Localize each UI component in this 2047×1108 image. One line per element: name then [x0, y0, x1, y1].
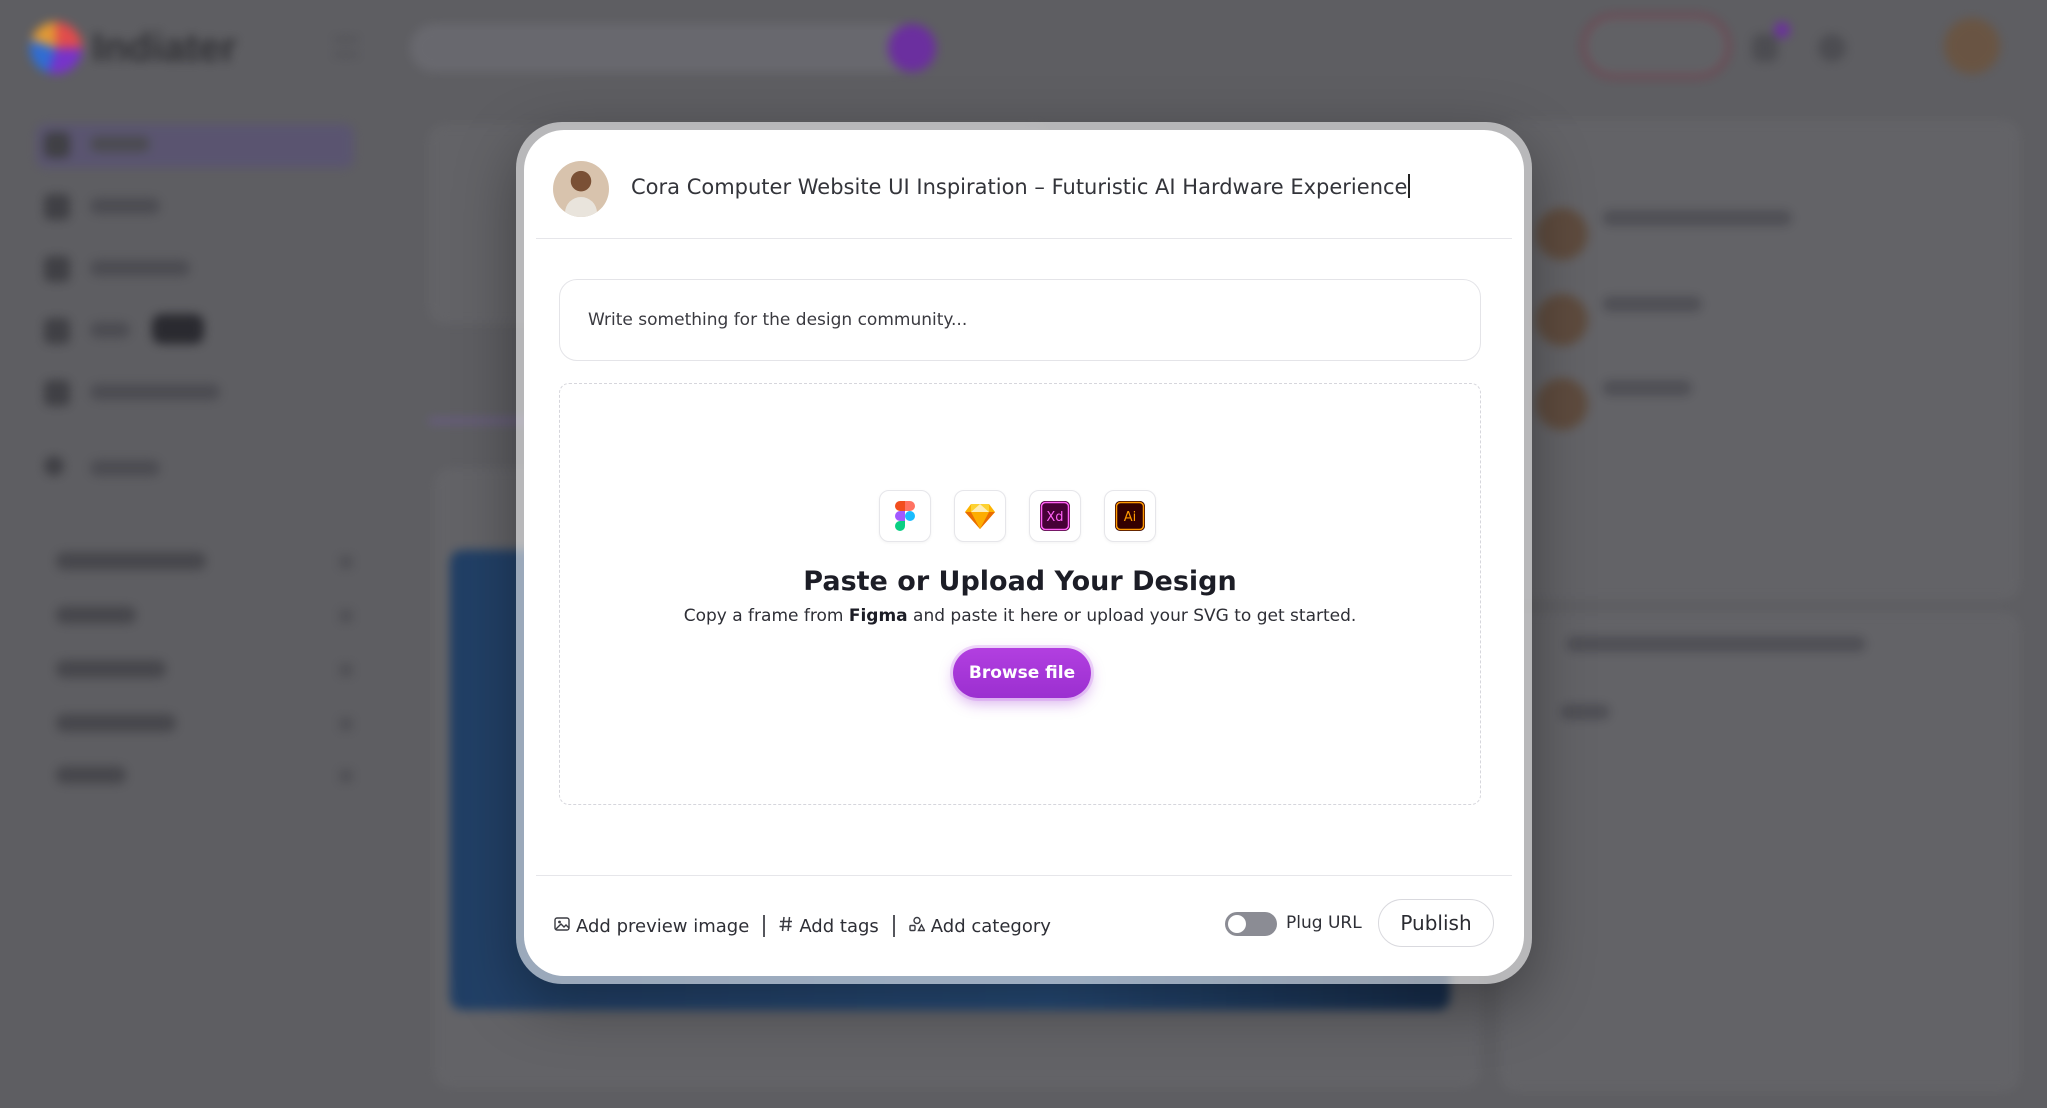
trend-item [1560, 704, 1610, 720]
supported-apps: Xd Ai [879, 490, 1156, 542]
new-badge [152, 314, 204, 344]
avatar [1536, 378, 1588, 430]
search-icon [888, 24, 936, 72]
design-dropzone[interactable]: Xd Ai Paste or Upload Your Design Copy a… [559, 383, 1481, 805]
notification-icon [1752, 34, 1778, 62]
sidebar-group [30, 712, 370, 734]
creator-name [1602, 210, 1792, 226]
sidebar-group [30, 604, 370, 626]
xd-icon-label: Xd [1046, 510, 1063, 525]
creator-name [1602, 296, 1702, 312]
post-options: Add preview image Add tags Add category [554, 908, 1051, 944]
add-preview-image-label: Add preview image [576, 915, 750, 937]
create-post-modal: Cora Computer Website UI Inspiration – F… [524, 130, 1524, 976]
post-title-input[interactable]: Cora Computer Website UI Inspiration – F… [631, 174, 1411, 199]
description-input[interactable]: Write something for the design community… [559, 279, 1481, 361]
xd-icon: Xd [1029, 490, 1081, 542]
post-title-text: Cora Computer Website UI Inspiration – F… [631, 175, 1408, 199]
illustrator-icon-label: Ai [1124, 510, 1137, 525]
description-placeholder: Write something for the design community… [588, 310, 968, 330]
sidebar-item [44, 130, 244, 160]
figma-icon [879, 490, 931, 542]
illustrator-icon: Ai [1104, 490, 1156, 542]
sidebar-group [30, 658, 370, 680]
post-button [1582, 14, 1730, 78]
dropzone-subtitle-figma: Figma [848, 606, 908, 626]
top-creators-panel [1500, 120, 2020, 600]
dropzone-subtitle-end: and paste it here or upload your SVG to … [907, 606, 1357, 626]
user-avatar [1944, 18, 2000, 74]
plug-url-label: Plug URL [1286, 913, 1362, 933]
sketch-icon [954, 490, 1006, 542]
add-preview-image-button[interactable]: Add preview image [554, 916, 749, 937]
text-caret [1408, 174, 1411, 198]
top-bar: Indiater [0, 0, 2047, 96]
publish-button[interactable]: Publish [1378, 899, 1494, 947]
menu-icon [334, 38, 358, 56]
sidebar-group [30, 764, 370, 786]
trends-panel [1500, 612, 2020, 1092]
category-icon [909, 916, 926, 937]
settings-icon [1818, 34, 1846, 62]
dropzone-subtitle-start: Copy a frame from [683, 606, 849, 626]
app-logo-text: Indiater [92, 26, 237, 70]
add-tags-label: Add tags [799, 915, 879, 937]
sidebar-item [44, 192, 244, 222]
separator [763, 915, 766, 937]
image-icon [554, 916, 570, 937]
divider [536, 238, 1512, 239]
sidebar-item [44, 378, 244, 408]
sidebar-item [44, 316, 244, 346]
author-avatar [553, 161, 609, 217]
avatar [1536, 208, 1588, 260]
browse-file-button[interactable]: Browse file [953, 648, 1091, 698]
dropzone-subtitle: Copy a frame from Figma and paste it her… [560, 606, 1480, 626]
creator-name [1602, 380, 1692, 396]
hashtag-icon [779, 916, 793, 937]
global-search-input [410, 24, 920, 72]
panel-heading [1566, 636, 1866, 652]
app-logo-icon [30, 22, 82, 74]
plug-url-toggle[interactable] [1225, 912, 1277, 936]
add-tags-button[interactable]: Add tags [779, 915, 879, 937]
sidebar-search [44, 454, 244, 484]
toggle-knob [1228, 915, 1246, 933]
notification-badge [1774, 22, 1790, 38]
dropzone-title: Paste or Upload Your Design [803, 566, 1237, 597]
add-category-button[interactable]: Add category [909, 916, 1051, 937]
separator [892, 915, 895, 937]
sidebar-group [30, 550, 370, 572]
add-category-label: Add category [930, 915, 1051, 937]
sidebar [0, 96, 390, 1108]
divider [536, 875, 1512, 876]
avatar [1536, 294, 1588, 346]
sidebar-item [44, 254, 244, 284]
